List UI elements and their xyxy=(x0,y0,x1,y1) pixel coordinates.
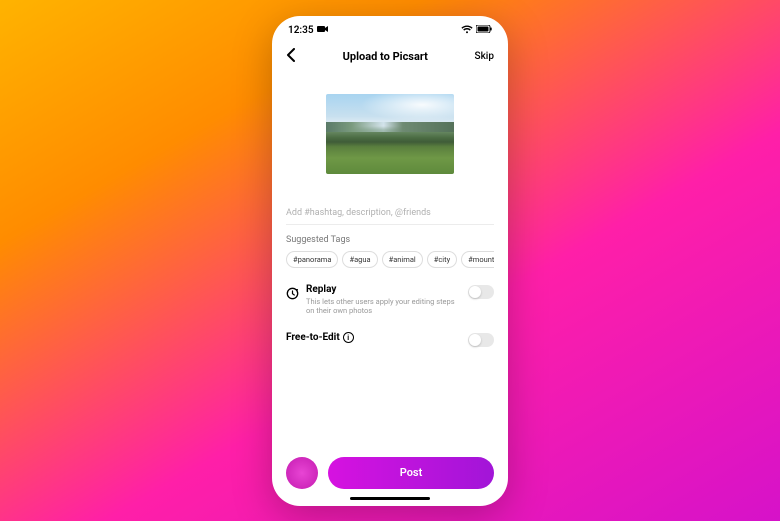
replay-title: Replay xyxy=(306,284,461,295)
page-title: Upload to Picsart xyxy=(343,50,428,63)
replay-icon xyxy=(286,285,299,304)
tag-chip[interactable]: #panorama xyxy=(286,251,338,268)
post-button[interactable]: Post xyxy=(328,457,494,489)
content-area: Add #hashtag, description, @friends Sugg… xyxy=(272,76,508,445)
status-time: 12:35 xyxy=(288,25,314,36)
back-button[interactable] xyxy=(286,47,296,66)
tag-chip[interactable]: #mountains xyxy=(461,251,494,268)
replay-option: Replay This lets other users apply your … xyxy=(286,284,494,317)
description-input[interactable]: Add #hashtag, description, @friends xyxy=(286,202,494,225)
free-to-edit-title: Free-to-Edit xyxy=(286,332,340,343)
bottom-bar: Post xyxy=(272,445,508,497)
status-camera-icon xyxy=(317,25,328,36)
nav-bar: Upload to Picsart Skip xyxy=(272,41,508,76)
info-icon[interactable]: i xyxy=(343,332,354,343)
replay-description: This lets other users apply your editing… xyxy=(306,297,456,317)
phone-frame: 12:35 Upload to Picsart Skip Add #hashta… xyxy=(272,16,508,506)
suggested-tags-row: #panorama #agua #animal #city #mountains… xyxy=(286,251,494,268)
free-to-edit-toggle[interactable] xyxy=(468,333,494,347)
wifi-icon xyxy=(461,25,473,37)
suggested-tags-label: Suggested Tags xyxy=(286,235,494,245)
home-indicator[interactable] xyxy=(350,497,430,500)
status-bar: 12:35 xyxy=(272,16,508,41)
free-to-edit-option: Free-to-Edit i xyxy=(286,332,494,347)
tag-chip[interactable]: #city xyxy=(427,251,457,268)
tag-chip[interactable]: #animal xyxy=(382,251,423,268)
replay-toggle[interactable] xyxy=(468,285,494,299)
image-preview[interactable] xyxy=(326,94,454,174)
tag-chip[interactable]: #agua xyxy=(342,251,377,268)
battery-icon xyxy=(476,25,492,36)
secondary-round-button[interactable] xyxy=(286,457,318,489)
skip-button[interactable]: Skip xyxy=(475,51,494,62)
